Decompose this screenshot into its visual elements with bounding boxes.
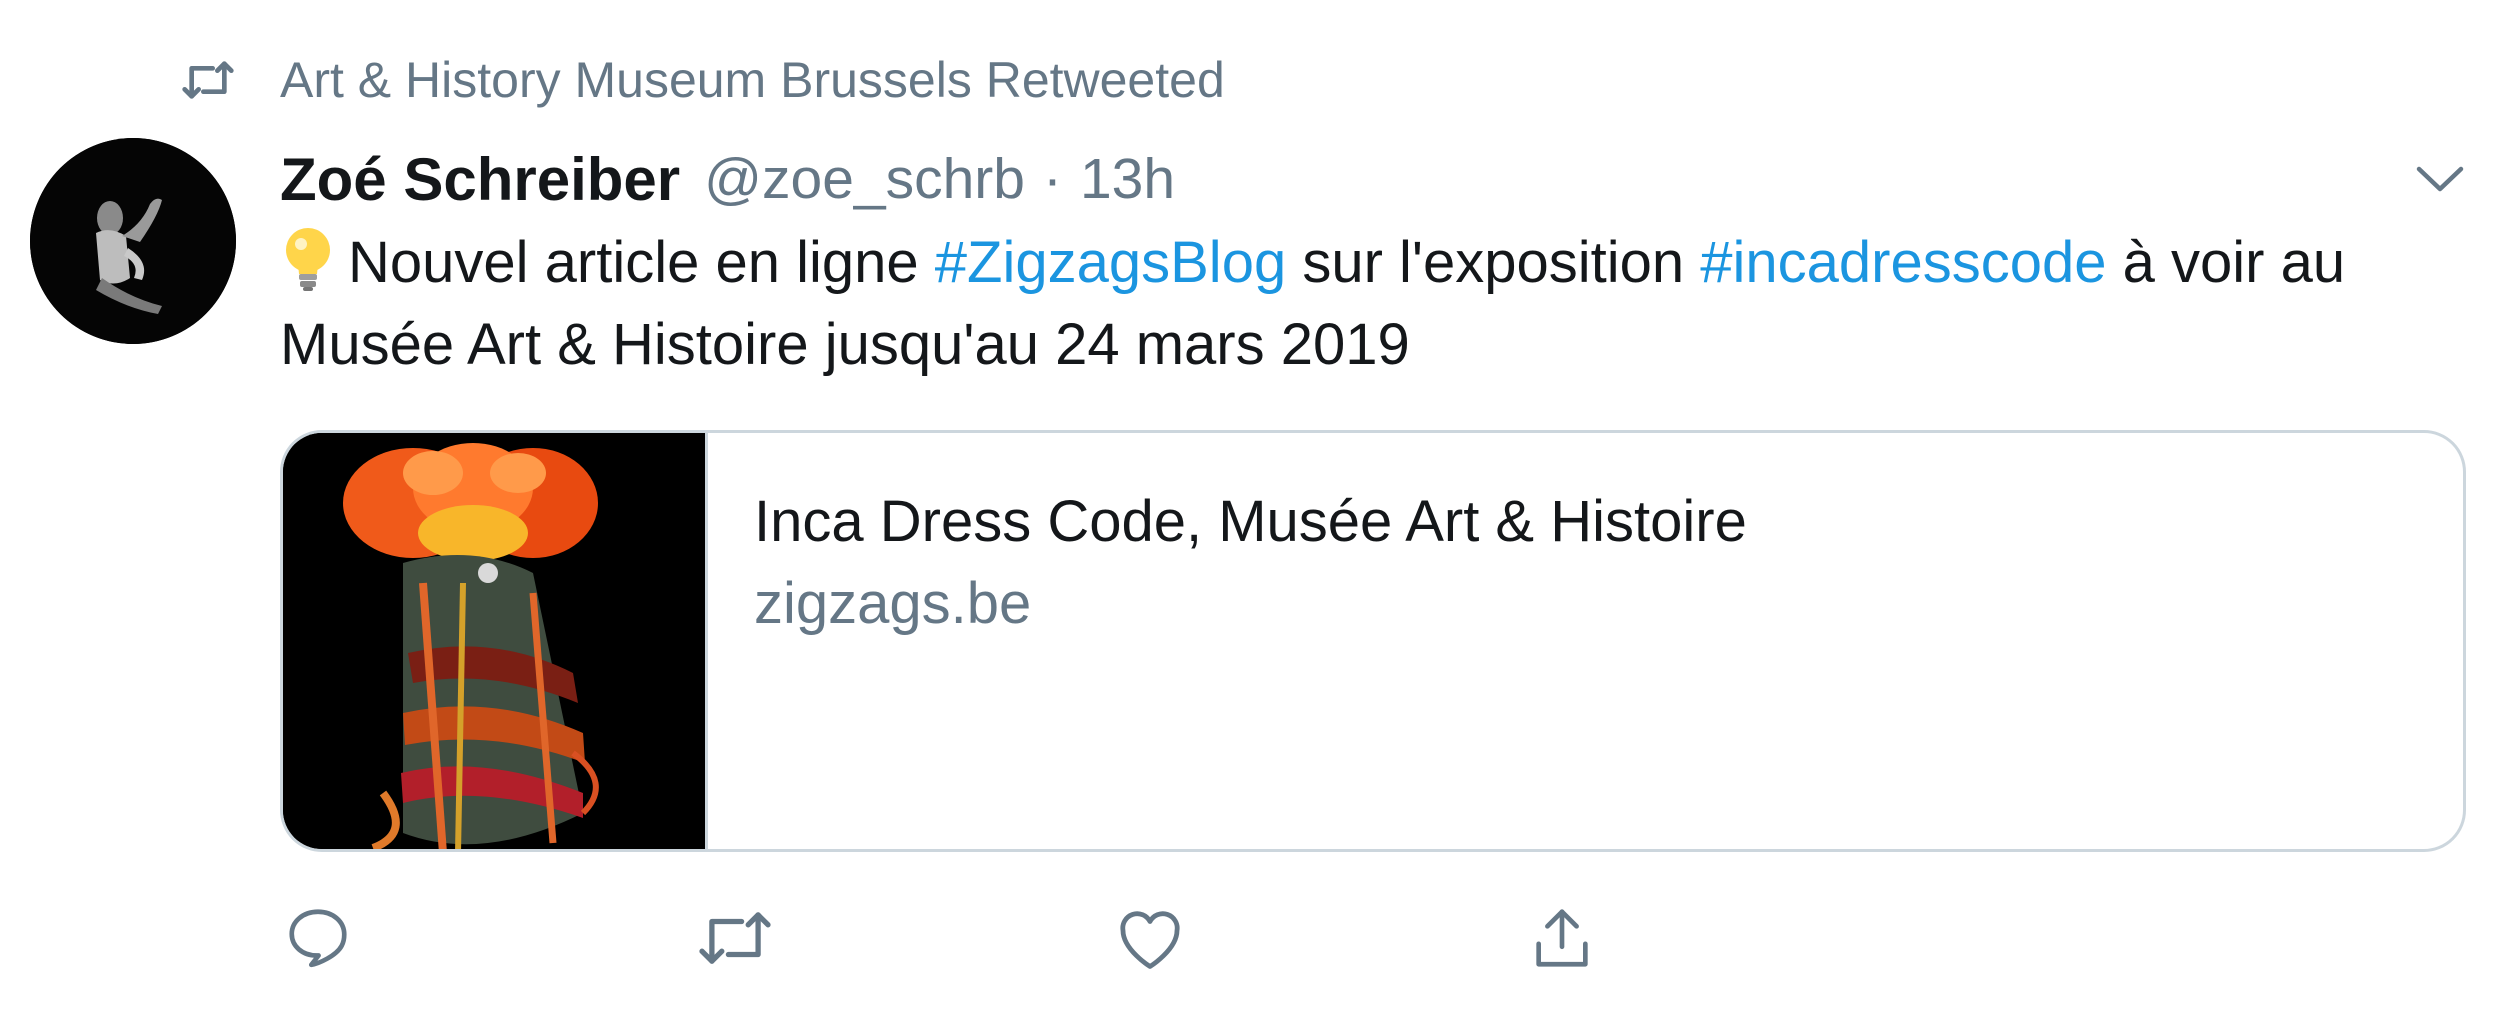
reply-icon <box>283 903 353 978</box>
retweet-context-text: Art & History Museum Brussels Retweeted <box>280 52 1225 108</box>
heart-icon <box>1114 905 1186 976</box>
tweet-actions <box>0 900 2500 980</box>
tweet-timestamp[interactable]: 13h <box>1080 146 1175 212</box>
share-icon <box>1527 902 1597 979</box>
retweet-icon <box>180 52 236 108</box>
author-handle[interactable]: @zoe_schrb <box>704 146 1025 212</box>
tweet-header: Zoé Schreiber @zoe_schrb · 13h <box>280 134 1175 224</box>
reply-button[interactable] <box>278 900 358 980</box>
avatar[interactable] <box>30 138 236 344</box>
tweet-text: Nouvel article en ligne #ZigzagsBlog sur… <box>280 222 2430 386</box>
hashtag-link[interactable]: #incadresscode <box>1700 230 2106 295</box>
share-button[interactable] <box>1522 900 1602 980</box>
like-button[interactable] <box>1110 900 1190 980</box>
hashtag-link[interactable]: #ZigzagsBlog <box>935 230 1286 295</box>
chevron-down-icon <box>2415 163 2465 198</box>
retweet-button[interactable] <box>695 900 775 980</box>
author-display-name[interactable]: Zoé Schreiber <box>280 145 680 214</box>
tweet-text-part: sur l'exposition <box>1286 230 1701 295</box>
card-domain: zigzags.be <box>754 571 1032 636</box>
light-bulb-emoji <box>280 224 336 294</box>
card-image <box>283 433 708 849</box>
card-body: Inca Dress Code, Musée Art & Histoire zi… <box>708 433 1747 849</box>
link-card[interactable]: Inca Dress Code, Musée Art & Histoire zi… <box>280 430 2466 852</box>
retweet-icon <box>695 905 775 976</box>
card-title: Inca Dress Code, Musée Art & Histoire <box>754 489 1747 554</box>
tweet-text-part: Nouvel article en ligne <box>348 230 935 295</box>
header-separator: · <box>1043 147 1062 211</box>
retweet-context[interactable]: Art & History Museum Brussels Retweeted <box>180 40 1225 120</box>
tweet-menu-button[interactable] <box>2405 150 2475 210</box>
